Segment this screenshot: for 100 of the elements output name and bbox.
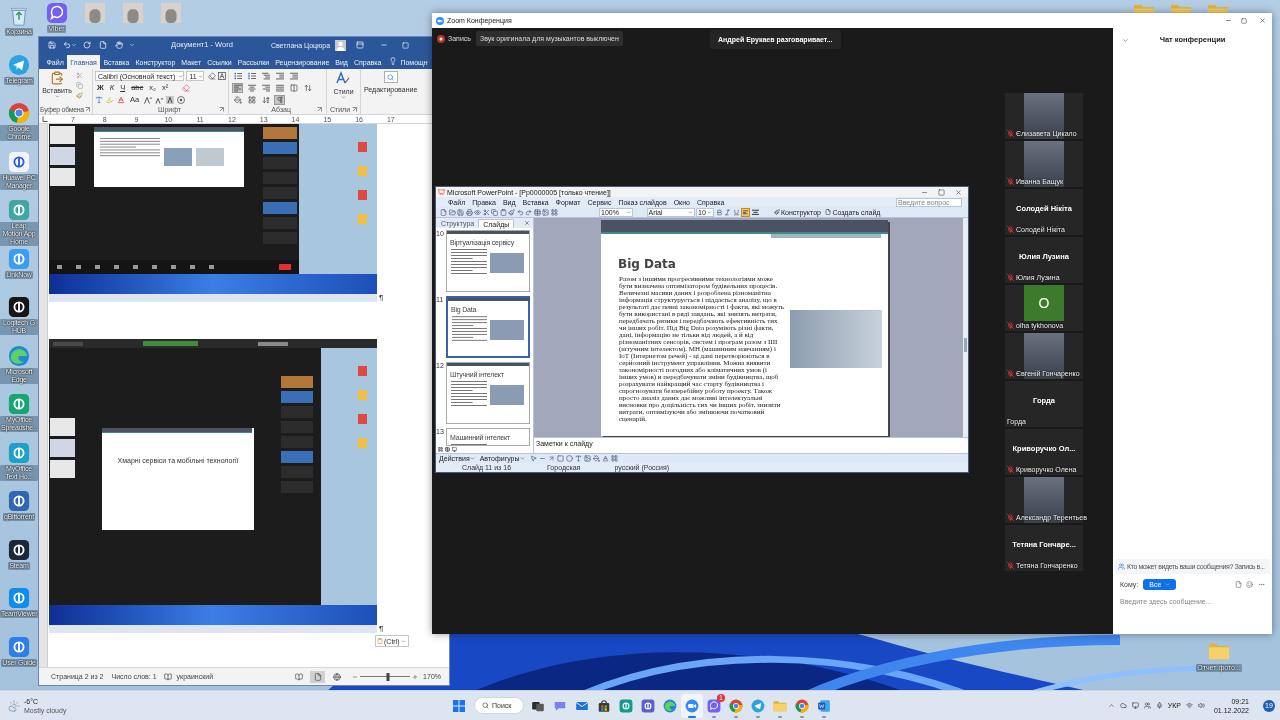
dialog-launcher-icon[interactable] bbox=[219, 107, 224, 112]
clipboard-icon[interactable] bbox=[499, 208, 507, 216]
close-icon[interactable] bbox=[955, 188, 962, 196]
bold-icon[interactable] bbox=[715, 208, 723, 216]
chevron-down-icon[interactable] bbox=[1122, 36, 1129, 44]
paper-plane-icon[interactable] bbox=[8, 53, 30, 76]
restore-icon[interactable] bbox=[938, 188, 945, 196]
browser-logo-icon[interactable] bbox=[729, 698, 743, 713]
app-tile-icon[interactable] bbox=[641, 698, 655, 713]
wifi-icon[interactable] bbox=[1185, 702, 1193, 709]
browser-logo-icon[interactable] bbox=[795, 698, 809, 713]
text-icon[interactable] bbox=[574, 455, 582, 462]
grow-font-icon[interactable] bbox=[144, 96, 153, 104]
book-icon[interactable] bbox=[163, 672, 172, 681]
paintbrush-icon[interactable] bbox=[76, 92, 83, 99]
underline-icon[interactable] bbox=[732, 208, 740, 216]
save-icon[interactable] bbox=[457, 208, 464, 216]
file-icon[interactable] bbox=[1235, 580, 1242, 588]
user-avatar-icon[interactable] bbox=[335, 39, 347, 51]
dialog-launcher-icon[interactable] bbox=[84, 107, 90, 112]
paper-plane-icon[interactable] bbox=[751, 698, 765, 713]
paragraph-tool-button[interactable] bbox=[246, 95, 257, 105]
paragraph-tool-button[interactable] bbox=[246, 71, 257, 81]
circle-dot-icon[interactable] bbox=[177, 96, 186, 104]
scissors-icon[interactable] bbox=[482, 208, 490, 216]
paragraph-tool-button[interactable] bbox=[232, 95, 243, 105]
align-center-icon[interactable] bbox=[751, 208, 759, 216]
browser-logo-icon[interactable] bbox=[663, 698, 677, 713]
document-tile-icon[interactable] bbox=[817, 698, 831, 713]
grid-icon[interactable] bbox=[438, 447, 443, 452]
page-icon[interactable] bbox=[440, 208, 447, 216]
italic-icon[interactable] bbox=[724, 208, 731, 216]
dialog-launcher-icon[interactable] bbox=[317, 107, 322, 112]
image-icon[interactable] bbox=[583, 455, 591, 462]
slider-thumb[interactable] bbox=[386, 672, 390, 681]
undo-icon[interactable] bbox=[516, 208, 524, 216]
scissors-icon[interactable] bbox=[76, 72, 83, 79]
eraser-icon[interactable] bbox=[182, 84, 191, 92]
speech-bubble-icon[interactable] bbox=[707, 698, 721, 713]
paragraph-tool-button[interactable] bbox=[274, 95, 285, 105]
paragraph-tool-button[interactable] bbox=[232, 71, 243, 81]
zoom-in-icon[interactable] bbox=[412, 673, 419, 680]
maximize-icon[interactable] bbox=[402, 41, 410, 49]
browser-logo-icon[interactable] bbox=[8, 344, 30, 367]
weather-icon[interactable] bbox=[8, 699, 20, 712]
minimize-icon[interactable] bbox=[380, 41, 389, 49]
close-icon[interactable] bbox=[524, 220, 530, 226]
browser-logo-icon[interactable] bbox=[8, 102, 30, 124]
paint-bucket-icon[interactable] bbox=[592, 455, 600, 462]
font-color-icon[interactable] bbox=[601, 455, 609, 462]
character-border-icon[interactable] bbox=[218, 72, 226, 80]
hand-icon[interactable] bbox=[115, 41, 123, 49]
text-icon[interactable] bbox=[95, 96, 103, 104]
microphone-icon[interactable] bbox=[1155, 702, 1163, 709]
pointer-icon[interactable] bbox=[529, 455, 537, 462]
table-icon[interactable] bbox=[533, 208, 541, 216]
paragraph-tool-button[interactable] bbox=[260, 95, 271, 105]
shopping-bag-icon[interactable] bbox=[597, 698, 611, 713]
align-button[interactable] bbox=[741, 207, 750, 217]
oval-icon[interactable] bbox=[565, 455, 573, 462]
eraser-icon[interactable] bbox=[208, 72, 217, 80]
monitor-icon[interactable] bbox=[1131, 702, 1139, 709]
monitor-icon[interactable] bbox=[452, 447, 457, 452]
paragraph-tool-button[interactable] bbox=[302, 83, 313, 93]
copy-icon[interactable] bbox=[76, 82, 83, 89]
redo-icon[interactable] bbox=[83, 41, 91, 49]
font-color-icon[interactable] bbox=[117, 96, 125, 104]
paintbrush-icon[interactable] bbox=[508, 208, 515, 216]
undo-icon[interactable] bbox=[63, 41, 71, 49]
app-tile-icon[interactable] bbox=[619, 698, 633, 713]
toolbar-icon bbox=[57, 265, 62, 269]
tab-stop-icon[interactable] bbox=[42, 116, 48, 122]
folder-icon[interactable] bbox=[448, 208, 456, 216]
caret-icon[interactable] bbox=[129, 42, 135, 48]
copy-icon[interactable] bbox=[491, 208, 498, 216]
chevron-up-icon[interactable] bbox=[1107, 702, 1115, 709]
paragraph-tool-button[interactable] bbox=[232, 83, 243, 93]
emoji-icon[interactable] bbox=[1246, 580, 1253, 588]
users-icon[interactable] bbox=[1143, 702, 1151, 709]
redo-icon[interactable] bbox=[525, 208, 532, 216]
grid-icon[interactable] bbox=[550, 208, 558, 216]
arrow-icon[interactable] bbox=[547, 455, 555, 462]
dialog-launcher-icon[interactable] bbox=[352, 107, 358, 112]
table-icon[interactable] bbox=[445, 447, 450, 452]
grid-icon[interactable] bbox=[610, 455, 618, 462]
shrink-font-icon[interactable] bbox=[155, 96, 164, 104]
caret-icon[interactable] bbox=[71, 42, 77, 48]
image-icon[interactable] bbox=[542, 208, 549, 216]
cloud-icon[interactable] bbox=[1119, 702, 1127, 709]
video-camera-icon[interactable] bbox=[685, 698, 699, 713]
volume-icon[interactable] bbox=[1197, 702, 1205, 709]
eye-icon[interactable] bbox=[474, 208, 481, 216]
recycle-bin-icon[interactable] bbox=[8, 5, 30, 27]
view-button[interactable] bbox=[310, 670, 326, 683]
lightbulb-icon[interactable] bbox=[388, 57, 397, 65]
paragraph-tool-button[interactable] bbox=[288, 83, 299, 93]
line-icon[interactable] bbox=[538, 455, 546, 462]
character-shading-icon[interactable] bbox=[166, 96, 175, 104]
ribbon-display-icon[interactable] bbox=[356, 41, 365, 49]
printer-icon[interactable] bbox=[465, 208, 473, 216]
